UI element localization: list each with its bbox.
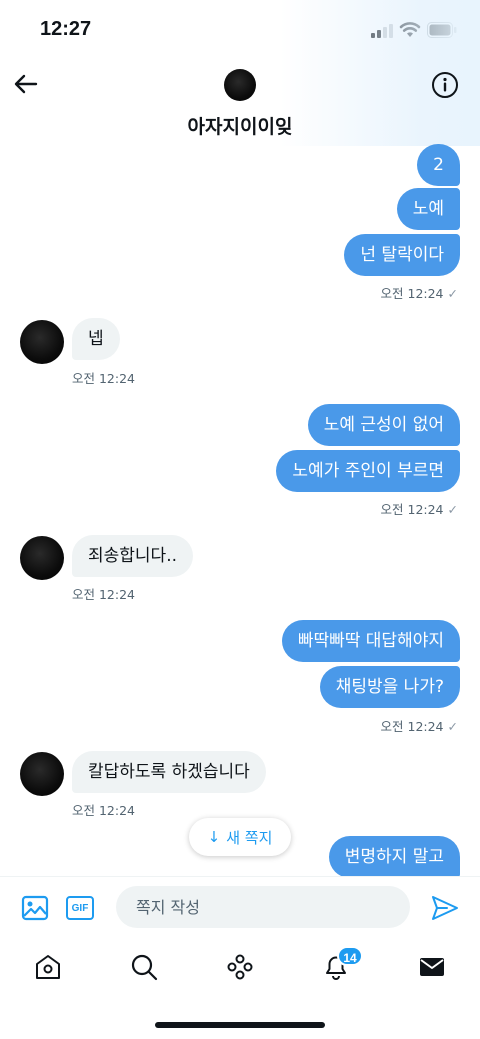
send-icon[interactable] — [430, 893, 460, 923]
message-list[interactable]: 2 노예 넌 탈락이다 오전 12:24 ✓ 넵 오전 12:24 노예 근성이 … — [0, 140, 480, 876]
signal-icon — [371, 24, 395, 38]
received-message[interactable]: 칼답하도록 하겠습니다 — [72, 751, 266, 793]
notifications-badge: 14 — [337, 946, 363, 966]
wifi-icon — [399, 22, 421, 37]
received-message[interactable]: 넵 — [72, 318, 120, 360]
message-timestamp: 오전 12:24 — [72, 587, 135, 602]
image-icon[interactable] — [20, 893, 50, 923]
sent-check-icon: ✓ — [447, 719, 458, 734]
sender-avatar[interactable] — [20, 320, 64, 364]
sent-message[interactable]: 넌 탈락이다 — [344, 234, 460, 276]
sender-avatar[interactable] — [20, 536, 64, 580]
sent-message[interactable]: 노예가 주인이 부르면 — [276, 450, 460, 492]
conversation-avatar[interactable] — [224, 69, 256, 101]
back-arrow-icon[interactable] — [12, 70, 40, 98]
sent-message[interactable]: 노예 — [396, 188, 460, 230]
timestamp-text: 오전 12:24 — [380, 719, 444, 734]
sent-check-icon: ✓ — [447, 502, 458, 517]
message-timestamp: 오전 12:24 ✓ — [381, 499, 458, 518]
home-indicator — [155, 1022, 325, 1028]
received-message[interactable]: 죄송합니다.. — [72, 535, 194, 577]
messages-mail-icon[interactable] — [417, 952, 447, 982]
message-input[interactable] — [116, 886, 410, 928]
search-icon[interactable] — [129, 952, 159, 982]
new-message-pill[interactable]: ↓ 새 쪽지 — [189, 818, 291, 856]
sent-message[interactable]: 빠딱빠딱 대답해야지 — [281, 620, 460, 662]
timestamp-text: 오전 12:24 — [380, 286, 444, 301]
message-timestamp: 오전 12:24 — [72, 371, 135, 386]
arrow-down-icon: ↓ — [207, 828, 221, 846]
message-timestamp: 오전 12:24 ✓ — [381, 716, 458, 735]
battery-icon — [427, 22, 457, 38]
home-icon[interactable] — [33, 952, 63, 982]
new-message-label: 새 쪽지 — [226, 828, 273, 847]
status-bar: 12:27 — [0, 0, 480, 60]
gif-button[interactable]: GIF — [66, 896, 94, 920]
communities-icon[interactable] — [225, 952, 255, 982]
composer-bar: GIF — [0, 876, 480, 938]
status-time: 12:27 — [40, 18, 92, 40]
info-icon[interactable] — [431, 71, 459, 99]
message-timestamp: 오전 12:24 ✓ — [381, 283, 458, 302]
sent-message[interactable]: 노예 근성이 없어 — [307, 404, 460, 446]
message-timestamp: 오전 12:24 — [72, 803, 135, 818]
bottom-tab-bar: 14 — [0, 938, 480, 998]
timestamp-text: 오전 12:24 — [380, 502, 444, 517]
sent-message[interactable]: 채팅방을 나가? — [319, 666, 460, 708]
sent-message[interactable]: 2 — [417, 144, 460, 186]
sender-avatar[interactable] — [20, 752, 64, 796]
conversation-title[interactable]: 아자지이이잊 — [0, 112, 480, 139]
sent-check-icon: ✓ — [447, 286, 458, 301]
sent-message[interactable]: 변명하지 말고 — [328, 836, 460, 876]
